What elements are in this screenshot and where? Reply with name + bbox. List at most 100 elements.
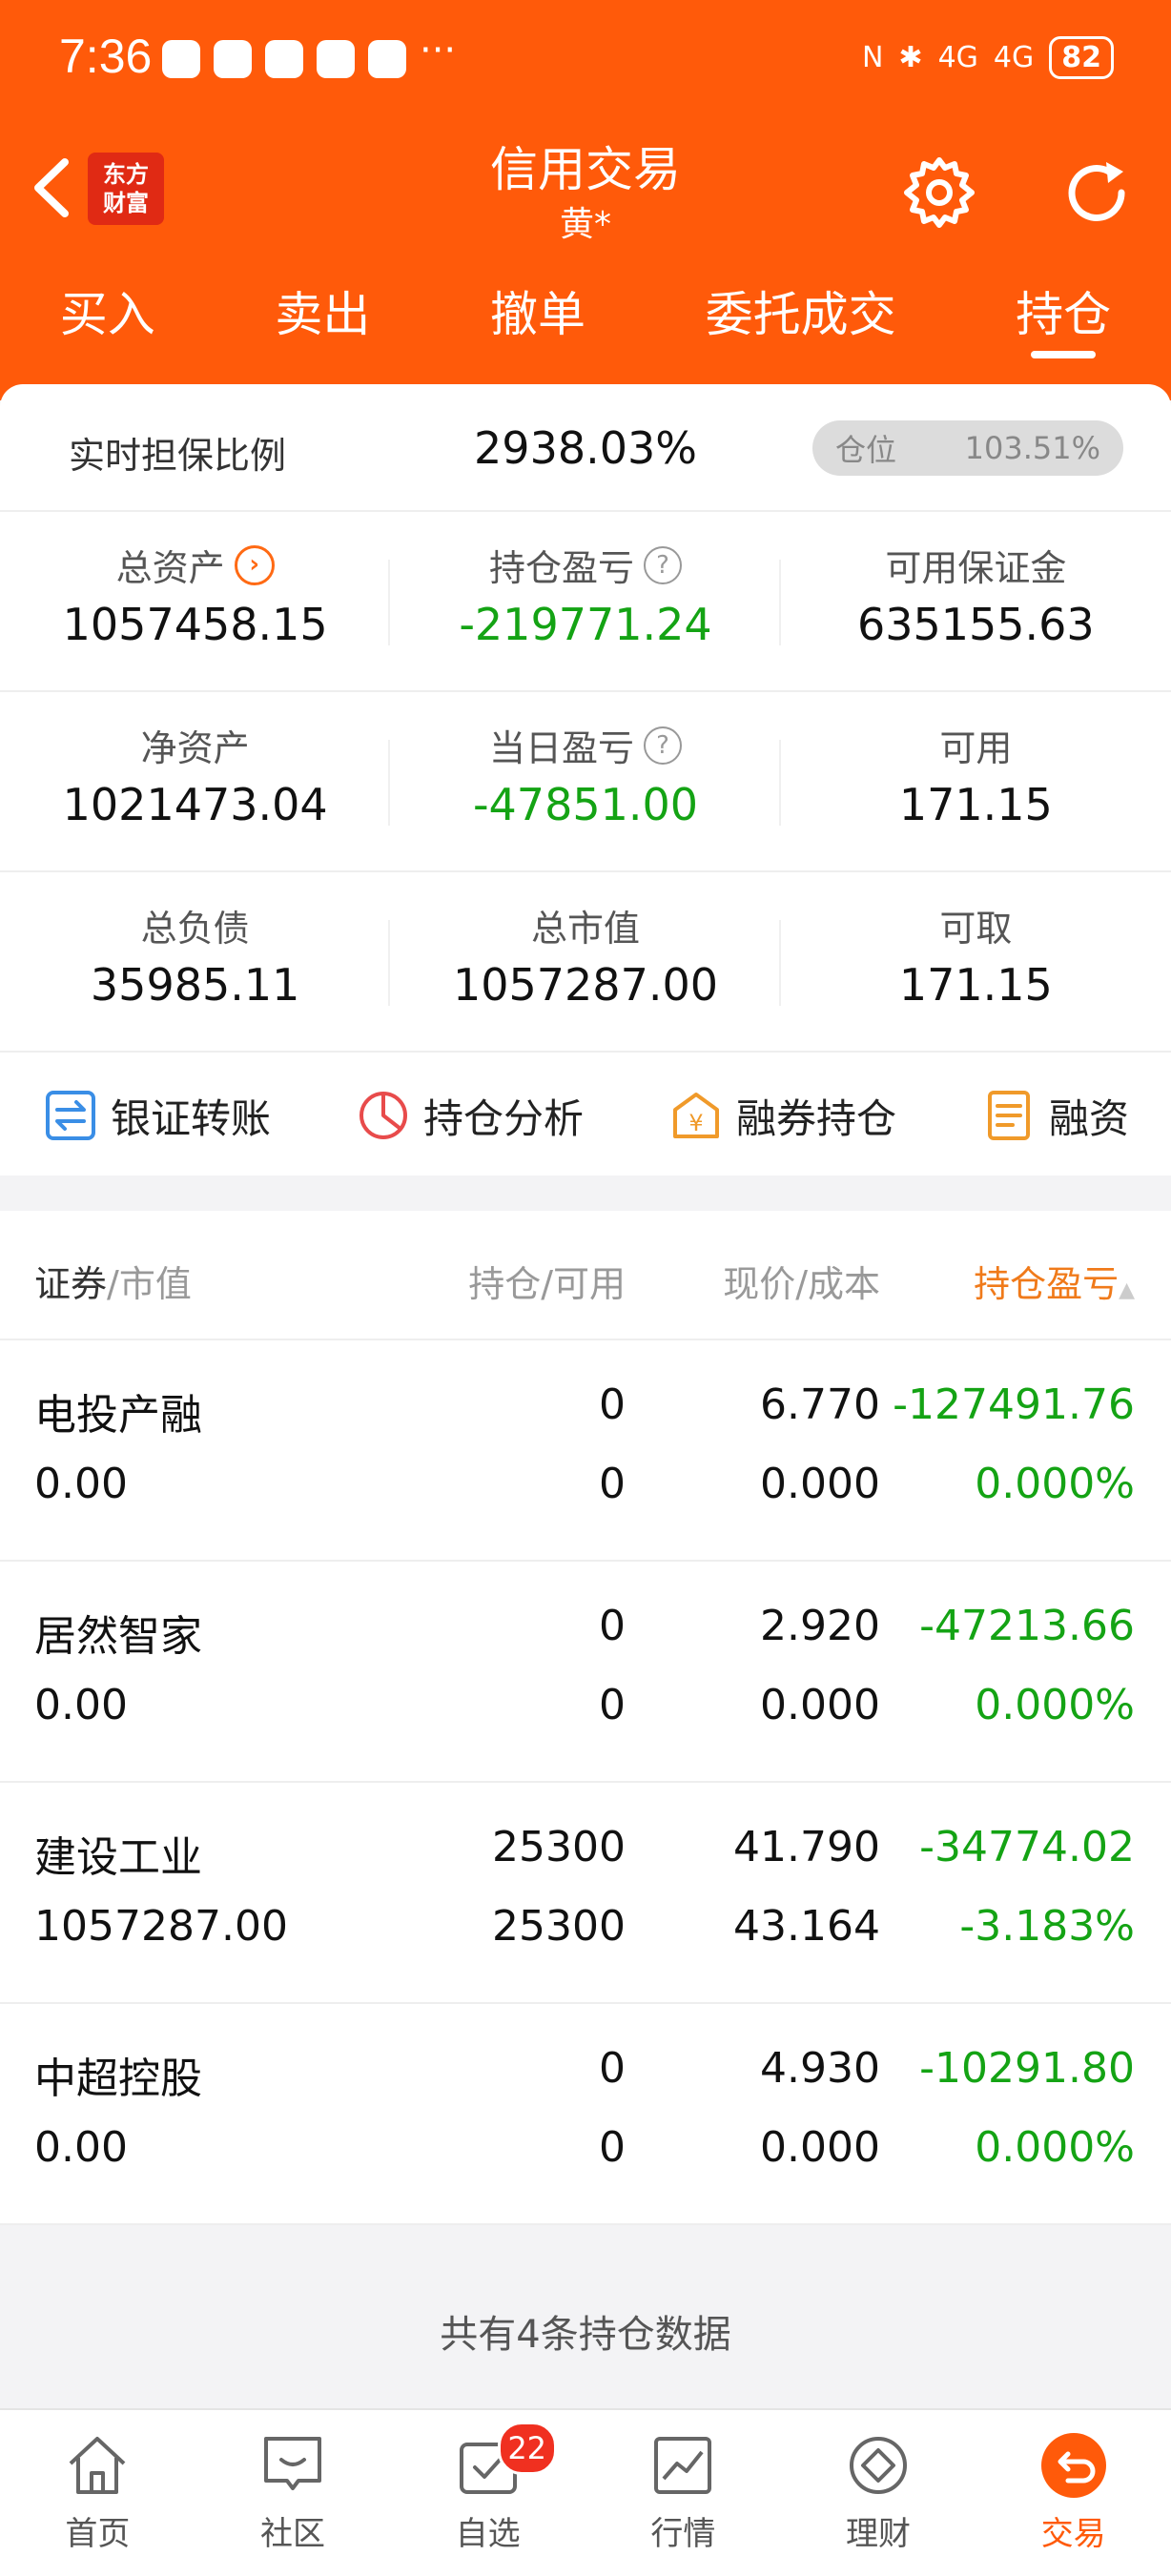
metric-label: 净资产 (140, 727, 250, 769)
metric-row: 净资产 1021473.04 当日盈亏? -47851.00 可用 171.15 (0, 692, 1171, 872)
header-pnl-sort[interactable]: 持仓盈亏▲ (974, 1255, 1135, 1307)
position-pnl-pct: 0.000% (975, 1681, 1135, 1729)
notification-app-icon (162, 40, 200, 78)
metric-value: 171.15 (898, 779, 1053, 830)
bluetooth-icon: ✱ (898, 41, 923, 74)
tab-cancel[interactable]: 撤单 (481, 276, 595, 372)
metric-value: 171.15 (898, 959, 1053, 1011)
metric-position-pnl: 持仓盈亏? -219771.24 (390, 512, 781, 690)
notification-icons (162, 40, 406, 78)
position-value: 103.51% (964, 430, 1100, 466)
status-bar: 7:36 ··· N ✱ 4G 4G 82 (0, 0, 1171, 114)
metric-row: 总负债 35985.11 总市值 1057287.00 可取 171.15 (0, 872, 1171, 1053)
account-summary-card: 实时担保比例 2938.03% 仓位 103.51% 总资产 › 1057458.… (0, 384, 1171, 1176)
stock-name: 电投产融 (34, 1391, 202, 1440)
action-short-positions[interactable]: ¥ 融券持仓 (669, 1087, 896, 1145)
transfer-icon (46, 1091, 95, 1140)
bottom-nav: 首页 社区 22 自选 行情 理财 交易 (0, 2408, 1171, 2576)
position-pnl: -10291.80 (919, 2044, 1135, 2093)
holding: 0 (599, 1602, 626, 1650)
table-row[interactable]: 建设工业 1057287.00 25300 25300 41.790 43.16… (0, 1783, 1171, 2004)
current-price: 41.790 (733, 1823, 880, 1871)
battery-icon: 82 (1049, 36, 1114, 79)
metric-label: 总市值 (530, 908, 640, 950)
action-label: 银证转账 (111, 1094, 272, 1142)
yuan-house-icon: ¥ (673, 1093, 720, 1138)
tab-buy[interactable]: 买入 (51, 276, 165, 372)
sort-icon: ▲ (1119, 1278, 1135, 1302)
nfc-icon: N (861, 41, 884, 74)
header-pnl-label: 持仓盈亏 (974, 1263, 1120, 1305)
stock-name: 建设工业 (34, 1833, 202, 1882)
refresh-button[interactable] (1058, 154, 1135, 231)
position-pnl-pct: 0.000% (975, 2123, 1135, 2172)
market-value: 0.00 (34, 2123, 128, 2172)
refresh-icon (1068, 162, 1125, 221)
question-icon[interactable]: ? (644, 726, 682, 765)
action-label: 持仓分析 (423, 1094, 585, 1142)
metric-market-value: 总市值 1057287.00 (390, 872, 781, 1051)
current-price: 4.930 (760, 2044, 880, 2093)
nav-bar: 东方 财富 信用交易 黄* (0, 133, 1171, 248)
holding: 0 (599, 2044, 626, 2093)
nav-label: 社区 (260, 2515, 325, 2553)
notification-more: ··· (420, 29, 457, 72)
tab-sell[interactable]: 卖出 (265, 276, 380, 372)
metric-label: 当日盈亏 (488, 727, 634, 769)
position-label: 仓位 (835, 432, 897, 468)
tab-positions[interactable]: 持仓 (1006, 276, 1120, 372)
page-title: 信用交易 (490, 142, 681, 197)
holding: 25300 (492, 1823, 626, 1871)
notification-app-icon (214, 40, 252, 78)
notification-weibo-icon (317, 40, 355, 78)
settings-button[interactable] (901, 154, 977, 231)
nav-community[interactable]: 社区 (195, 2410, 391, 2576)
stock-name: 居然智家 (34, 1612, 202, 1661)
pie-chart-icon (360, 1092, 408, 1139)
signal-icon-2: 4G (993, 41, 1035, 74)
metric-value: 1057458.15 (62, 599, 328, 650)
metric-label: 可取 (939, 908, 1013, 950)
nav-market[interactable]: 行情 (586, 2410, 781, 2576)
svg-text:¥: ¥ (688, 1110, 703, 1136)
action-position-analysis[interactable]: 持仓分析 (357, 1087, 584, 1145)
current-price: 2.920 (760, 1602, 880, 1650)
chat-icon (264, 2437, 321, 2490)
account-name: 黄* (559, 205, 611, 244)
action-margin-financing[interactable]: 融资 (982, 1087, 1129, 1145)
header-security-label: 证券 (34, 1263, 108, 1305)
chevron-right-circle-icon[interactable]: › (234, 544, 275, 585)
table-row[interactable]: 中超控股 0.00 0 0 4.930 0.000 -10291.80 0.00… (0, 2004, 1171, 2225)
available: 25300 (492, 1902, 626, 1951)
nav-label: 交易 (1040, 2515, 1106, 2553)
holding: 0 (599, 1380, 626, 1429)
gear-icon (904, 157, 975, 228)
cost-price: 0.000 (760, 2123, 880, 2172)
metric-value: 35985.11 (90, 959, 300, 1011)
question-icon[interactable]: ? (644, 545, 682, 584)
nav-wealth[interactable]: 理财 (781, 2410, 976, 2576)
market-value: 1057287.00 (34, 1902, 288, 1951)
nav-home[interactable]: 首页 (0, 2410, 195, 2576)
tab-orders[interactable]: 委托成交 (696, 276, 906, 372)
metric-total-assets[interactable]: 总资产 › 1057458.15 (0, 512, 391, 690)
cost-price: 43.164 (733, 1902, 880, 1951)
nav-label: 首页 (65, 2515, 131, 2553)
nav-trade[interactable]: 交易 (976, 2410, 1171, 2576)
position-pnl-pct: -3.183% (959, 1902, 1135, 1951)
table-row[interactable]: 电投产融 0.00 0 0 6.770 0.000 -127491.76 0.0… (0, 1340, 1171, 1562)
action-bank-transfer[interactable]: 银证转账 (44, 1087, 271, 1145)
metric-value: 1057287.00 (452, 959, 718, 1011)
position-pnl: -34774.02 (919, 1823, 1135, 1871)
table-row[interactable]: 居然智家 0.00 0 0 2.920 0.000 -47213.66 0.00… (0, 1562, 1171, 1783)
nav-watchlist[interactable]: 22 自选 (390, 2410, 586, 2576)
metric-label: 总负债 (140, 908, 250, 950)
positions-count-note: 共有4条持仓数据 (440, 2313, 731, 2357)
positions-table: 证券/市值 持仓/可用 现价/成本 持仓盈亏▲ 电投产融 0.00 0 0 6.… (0, 1211, 1171, 2225)
metric-label: 可用 (939, 727, 1013, 769)
action-label: 融资 (1049, 1094, 1130, 1142)
system-icons: N ✱ 4G 4G 82 (862, 36, 1114, 79)
guarantee-ratio-row: 实时担保比例 2938.03% 仓位 103.51% (0, 384, 1171, 512)
position-pnl-pct: 0.000% (975, 1460, 1135, 1508)
metric-value: 635155.63 (856, 599, 1095, 650)
